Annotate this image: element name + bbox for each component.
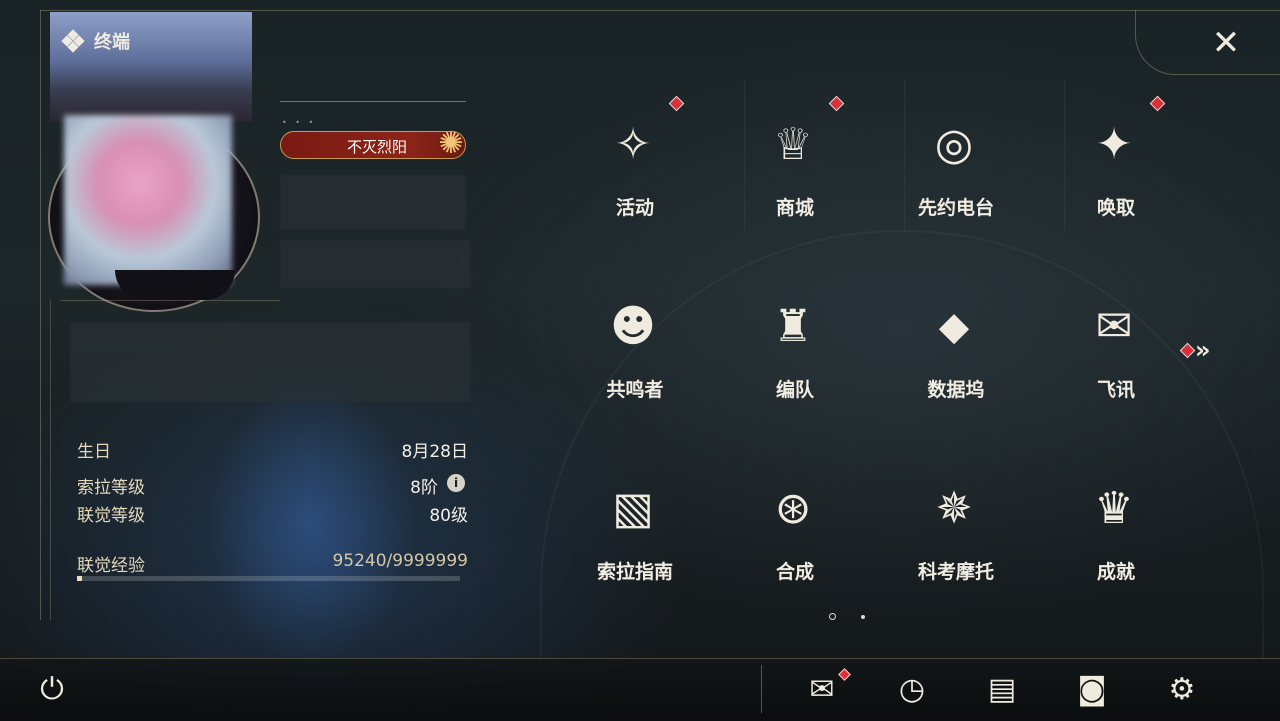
notification-badge xyxy=(1149,95,1166,112)
menu-item-label: 合成 xyxy=(775,561,814,583)
trophy-icon: ♛ xyxy=(1094,483,1134,534)
menu-item-label: 共鸣者 xyxy=(606,379,664,401)
menu-item-label: 活动 xyxy=(615,197,654,219)
menu-item-trophy[interactable]: ♛ 成就 xyxy=(1036,459,1196,619)
decorative-dots: • • • xyxy=(282,118,317,127)
menu-item-compass-star[interactable]: ✦ 唤取 xyxy=(1036,95,1196,255)
notification-badge xyxy=(668,95,685,112)
menu-item-label: 唤取 xyxy=(1096,197,1135,219)
character-head-icon: ☻ xyxy=(610,301,656,352)
menu-item-label: 索拉指南 xyxy=(596,561,673,583)
settings-button[interactable]: ⚙ xyxy=(1160,668,1204,712)
menu-item-data-dock[interactable]: ⬥ 数据坞 xyxy=(876,277,1036,437)
menu-item-label: 飞讯 xyxy=(1096,379,1135,401)
menu-item-character-head[interactable]: ☻ 共鸣者 xyxy=(555,277,715,437)
menu-item-radio-disc[interactable]: ◎ 先约电台 xyxy=(876,95,1036,255)
page-title: 终端 xyxy=(94,32,130,53)
union-exp-label: 联觉经验 xyxy=(77,556,145,576)
union-exp-fill xyxy=(77,576,82,581)
guide-book-icon: ▧ xyxy=(612,483,654,534)
chess-pieces-icon: ♜ xyxy=(773,301,813,352)
double-chevron-right-icon: » xyxy=(1195,336,1211,364)
redacted-player-name xyxy=(280,175,466,230)
title-badge-label: 不灭烈阳 xyxy=(347,138,408,156)
radio-disc-icon: ◎ xyxy=(934,119,974,170)
avatar[interactable] xyxy=(64,115,232,285)
menu-item-synthesis[interactable]: ⊛ 合成 xyxy=(715,459,875,619)
shop-cart-icon: ♕ xyxy=(773,119,813,170)
data-dock-icon: ⬥ xyxy=(938,301,970,352)
menu-item-sparkle-slash[interactable]: ✧ 活动 xyxy=(555,95,715,255)
notes-icon: ▤ xyxy=(987,672,1017,707)
union-exp-bar xyxy=(77,576,460,581)
menu-item-label: 科考摩托 xyxy=(917,561,994,583)
menu-item-label: 编队 xyxy=(775,379,814,401)
notification-badge xyxy=(1179,342,1196,359)
menu-item-motorbike[interactable]: ✵ 科考摩托 xyxy=(876,459,1036,619)
diamond-cluster-icon xyxy=(61,29,85,53)
union-level-value: 80级 xyxy=(429,506,468,526)
next-page-button[interactable]: » xyxy=(1179,336,1220,364)
clock-icon: ◷ xyxy=(898,672,926,707)
info-icon[interactable]: i xyxy=(447,474,465,492)
menu-item-label: 商城 xyxy=(775,197,814,219)
camera-button[interactable]: ◙ xyxy=(1070,668,1114,712)
sun-emblem-icon: ✺ xyxy=(438,126,464,161)
bottom-divider xyxy=(761,665,762,713)
name-divider xyxy=(280,101,466,102)
compass-star-icon: ✦ xyxy=(1095,119,1133,170)
sola-level-value: 8阶 xyxy=(410,478,438,498)
menu-item-label: 先约电台 xyxy=(917,197,994,219)
frame-line-left xyxy=(40,10,41,620)
gear-icon: ⚙ xyxy=(1168,672,1196,707)
profile-divider xyxy=(60,300,280,301)
birthday-label: 生日 xyxy=(77,442,111,462)
avatar-base-shadow xyxy=(115,270,235,300)
notes-button[interactable]: ▤ xyxy=(980,668,1024,712)
notification-badge xyxy=(828,95,845,112)
camera-icon: ◙ xyxy=(1077,672,1107,707)
birthday-value: 8月28日 xyxy=(401,442,468,462)
sparkle-slash-icon: ✧ xyxy=(614,119,652,170)
close-button[interactable]: ✕ xyxy=(1206,23,1246,63)
menu-item-label: 成就 xyxy=(1096,561,1135,583)
title-badge[interactable]: 不灭烈阳 ✺ xyxy=(280,126,466,161)
sola-level-label: 索拉等级 xyxy=(77,478,145,498)
mail-icon: ✉ xyxy=(809,672,835,707)
synthesis-icon: ⊛ xyxy=(774,483,812,534)
menu-item-guide-book[interactable]: ▧ 索拉指南 xyxy=(555,459,715,619)
union-exp-value: 95240/9999999 xyxy=(332,551,468,571)
frame-line-inner-left xyxy=(50,300,51,620)
motorbike-icon: ✵ xyxy=(935,483,973,534)
frame-line-top xyxy=(40,10,1280,11)
power-icon: ⏻ xyxy=(40,672,64,707)
time-button[interactable]: ◷ xyxy=(890,668,934,712)
mail-button[interactable]: ✉ xyxy=(800,668,851,712)
menu-item-label: 数据坞 xyxy=(927,379,985,401)
terminal-header: 终端 xyxy=(61,28,130,54)
page-indicator-active[interactable] xyxy=(829,613,836,620)
close-icon: ✕ xyxy=(1211,23,1241,63)
power-button[interactable]: ⏻ xyxy=(30,668,74,712)
menu-item-chat-bubble[interactable]: ✉ 飞讯 xyxy=(1036,277,1196,437)
menu-item-chess-pieces[interactable]: ♜ 编队 xyxy=(715,277,875,437)
redacted-player-id xyxy=(280,240,470,288)
chat-bubble-icon: ✉ xyxy=(1095,301,1133,352)
menu-item-shop-cart[interactable]: ♕ 商城 xyxy=(715,95,875,255)
page-indicator[interactable] xyxy=(861,615,865,619)
union-level-label: 联觉等级 xyxy=(77,506,145,526)
redacted-signature[interactable] xyxy=(70,322,470,402)
